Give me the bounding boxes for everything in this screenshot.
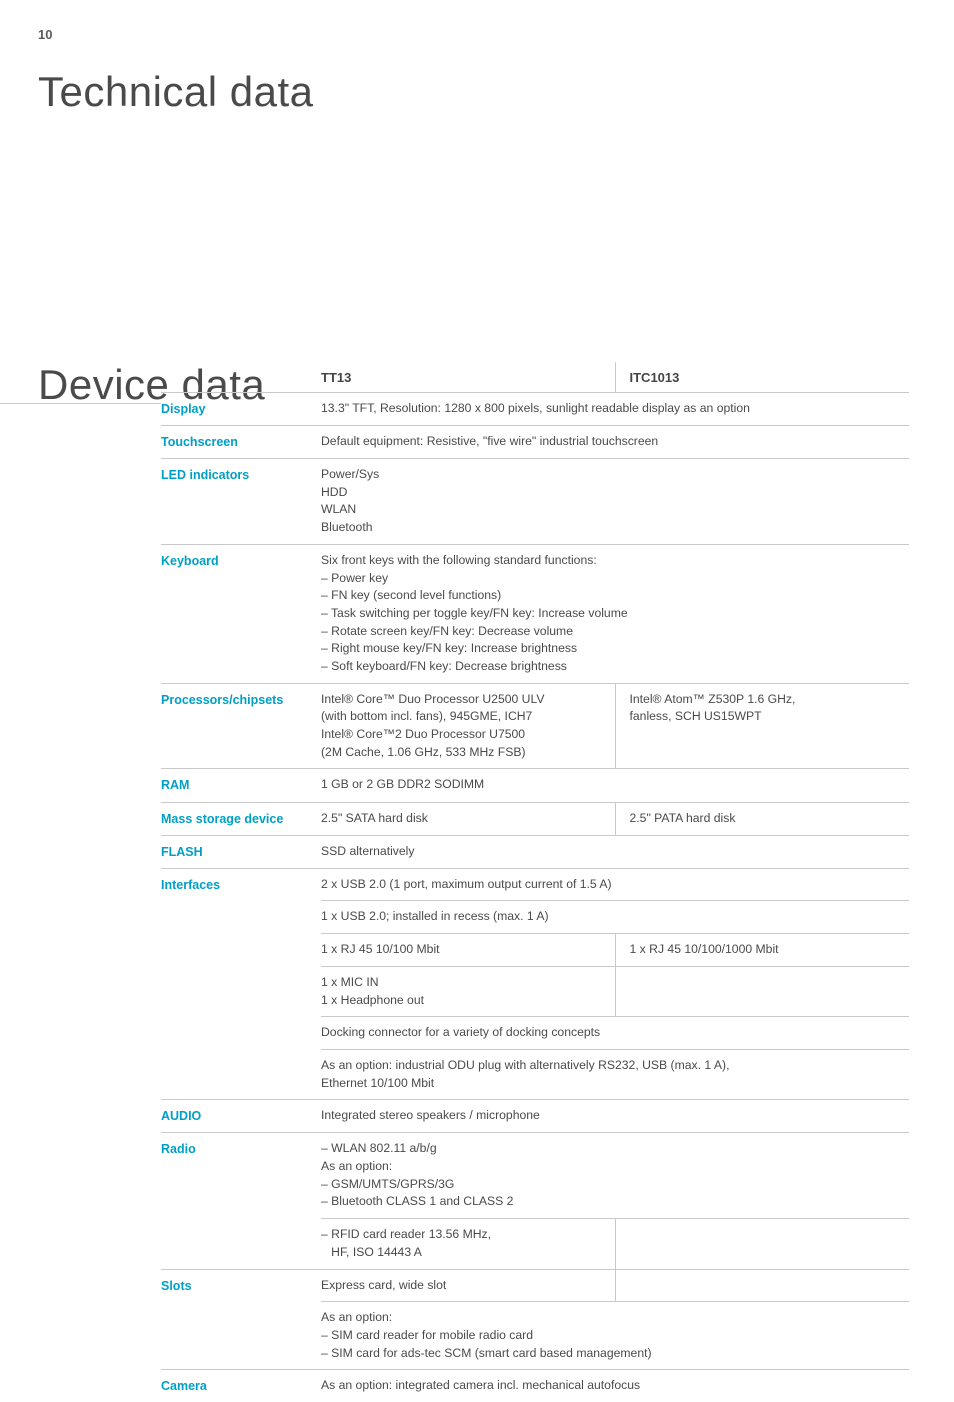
val-flash: SSD alternatively — [321, 835, 909, 868]
row-radio-1: Radio – WLAN 802.11 a/b/gAs an option:– … — [161, 1133, 909, 1219]
val-display: 13.3" TFT, Resolution: 1280 x 800 pixels… — [321, 392, 909, 425]
val-camera: As an option: integrated camera incl. me… — [321, 1370, 909, 1402]
val-audio: Integrated stereo speakers / microphone — [321, 1100, 909, 1133]
val-radio-1: – WLAN 802.11 a/b/gAs an option:– GSM/UM… — [321, 1133, 909, 1219]
label-interfaces: Interfaces — [161, 868, 321, 901]
page-number: 10 — [38, 26, 52, 45]
label-radio: Radio — [161, 1133, 321, 1219]
val-slots-2: As an option:– SIM card reader for mobil… — [321, 1302, 909, 1370]
val-processors-right: Intel® Atom™ Z530P 1.6 GHz,fanless, SCH … — [615, 683, 909, 769]
val-led: Power/SysHDDWLANBluetooth — [321, 459, 909, 545]
val-interfaces-3r: 1 x RJ 45 10/100/1000 Mbit — [615, 934, 909, 967]
table-header-row: TT13 ITC1013 — [161, 362, 909, 392]
label-touchscreen: Touchscreen — [161, 425, 321, 458]
row-interfaces-5: Docking connector for a variety of docki… — [161, 1017, 909, 1050]
label-flash: FLASH — [161, 835, 321, 868]
val-interfaces-1: 2 x USB 2.0 (1 port, maximum output curr… — [321, 868, 909, 901]
val-interfaces-4: 1 x MIC IN1 x Headphone out — [321, 966, 615, 1016]
row-audio: AUDIO Integrated stereo speakers / micro… — [161, 1100, 909, 1133]
row-ram: RAM 1 GB or 2 GB DDR2 SODIMM — [161, 769, 909, 802]
header-tt13: TT13 — [321, 362, 615, 392]
row-flash: FLASH SSD alternatively — [161, 835, 909, 868]
val-mass-left: 2.5" SATA hard disk — [321, 802, 615, 835]
label-processors: Processors/chipsets — [161, 683, 321, 769]
label-slots-empty — [161, 1302, 321, 1370]
label-ram: RAM — [161, 769, 321, 802]
label-radio-empty — [161, 1219, 321, 1269]
label-keyboard: Keyboard — [161, 544, 321, 683]
row-slots-2: As an option:– SIM card reader for mobil… — [161, 1302, 909, 1370]
row-mass-storage: Mass storage device 2.5" SATA hard disk … — [161, 802, 909, 835]
row-radio-2: – RFID card reader 13.56 MHz, HF, ISO 14… — [161, 1219, 909, 1269]
val-interfaces-6: As an option: industrial ODU plug with a… — [321, 1049, 909, 1099]
row-interfaces-3: 1 x RJ 45 10/100 Mbit 1 x RJ 45 10/100/1… — [161, 934, 909, 967]
row-interfaces-6: As an option: industrial ODU plug with a… — [161, 1049, 909, 1099]
row-interfaces-1: Interfaces 2 x USB 2.0 (1 port, maximum … — [161, 868, 909, 901]
val-touchscreen: Default equipment: Resistive, "five wire… — [321, 425, 909, 458]
label-interfaces-empty — [161, 1017, 321, 1050]
row-led: LED indicators Power/SysHDDWLANBluetooth — [161, 459, 909, 545]
spec-table: TT13 ITC1013 Display 13.3" TFT, Resoluti… — [161, 362, 909, 1402]
header-spacer — [161, 362, 321, 392]
label-slots: Slots — [161, 1269, 321, 1302]
label-interfaces-empty — [161, 1049, 321, 1099]
label-interfaces-empty — [161, 901, 321, 934]
label-audio: AUDIO — [161, 1100, 321, 1133]
label-led: LED indicators — [161, 459, 321, 545]
val-interfaces-3l: 1 x RJ 45 10/100 Mbit — [321, 934, 615, 967]
val-radio-2r — [615, 1219, 909, 1269]
label-mass-storage: Mass storage device — [161, 802, 321, 835]
val-interfaces-4r — [615, 966, 909, 1016]
val-keyboard: Six front keys with the following standa… — [321, 544, 909, 683]
val-processors-left: Intel® Core™ Duo Processor U2500 ULV(wit… — [321, 683, 615, 769]
page-title: Technical data — [38, 62, 314, 123]
row-display: Display 13.3" TFT, Resolution: 1280 x 80… — [161, 392, 909, 425]
label-interfaces-empty — [161, 966, 321, 1016]
label-interfaces-empty — [161, 934, 321, 967]
val-radio-2: – RFID card reader 13.56 MHz, HF, ISO 14… — [321, 1219, 615, 1269]
row-interfaces-4: 1 x MIC IN1 x Headphone out — [161, 966, 909, 1016]
label-display: Display — [161, 392, 321, 425]
val-ram: 1 GB or 2 GB DDR2 SODIMM — [321, 769, 909, 802]
val-slots-1: Express card, wide slot — [321, 1269, 615, 1302]
header-itc1013: ITC1013 — [615, 362, 909, 392]
row-keyboard: Keyboard Six front keys with the followi… — [161, 544, 909, 683]
val-interfaces-2: 1 x USB 2.0; installed in recess (max. 1… — [321, 901, 909, 934]
section-rule — [0, 403, 161, 404]
val-mass-right: 2.5" PATA hard disk — [615, 802, 909, 835]
row-interfaces-2: 1 x USB 2.0; installed in recess (max. 1… — [161, 901, 909, 934]
row-processors: Processors/chipsets Intel® Core™ Duo Pro… — [161, 683, 909, 769]
row-touchscreen: Touchscreen Default equipment: Resistive… — [161, 425, 909, 458]
spec-table-wrap: TT13 ITC1013 Display 13.3" TFT, Resoluti… — [161, 362, 909, 1402]
label-camera: Camera — [161, 1370, 321, 1402]
row-camera: Camera As an option: integrated camera i… — [161, 1370, 909, 1402]
val-interfaces-5: Docking connector for a variety of docki… — [321, 1017, 909, 1050]
val-slots-1r — [615, 1269, 909, 1302]
row-slots-1: Slots Express card, wide slot — [161, 1269, 909, 1302]
